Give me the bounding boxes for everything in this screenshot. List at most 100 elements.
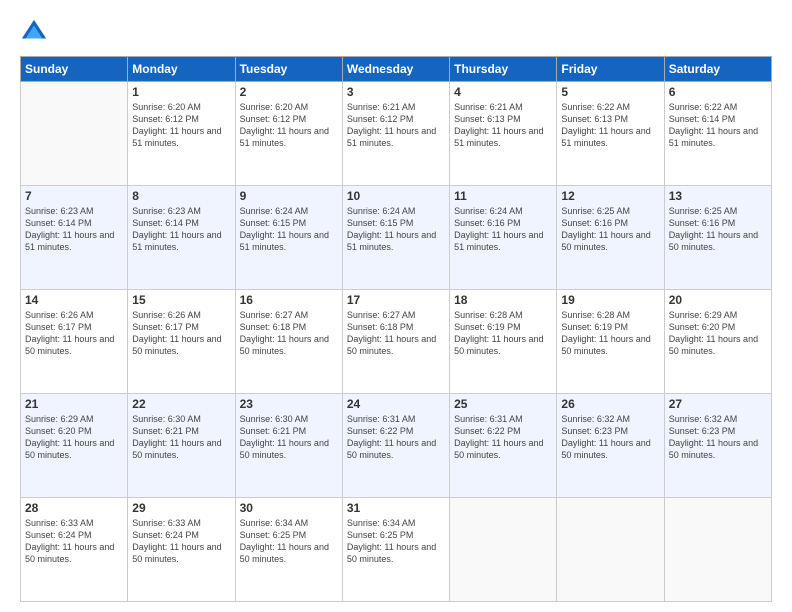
calendar-cell: 26Sunrise: 6:32 AMSunset: 6:23 PMDayligh… [557,394,664,498]
day-number: 30 [240,501,338,515]
day-number: 21 [25,397,123,411]
page: SundayMondayTuesdayWednesdayThursdayFrid… [0,0,792,612]
calendar-cell: 16 Sunrise: 6:27 AMSunset: 6:18 PMDayligh… [235,290,342,394]
calendar-cell [21,82,128,186]
day-number: 1 [132,85,230,99]
calendar-cell: 7Sunrise: 6:23 AMSunset: 6:14 PMDaylight… [21,186,128,290]
calendar-cell: 31Sunrise: 6:34 AMSunset: 6:25 PMDayligh… [342,498,449,602]
calendar-cell: 10Sunrise: 6:24 AMSunset: 6:15 PMDayligh… [342,186,449,290]
day-number: 31 [347,501,445,515]
day-info: Sunrise: 6:31 AMSunset: 6:22 PMDaylight:… [347,413,445,462]
day-info: Sunrise: 6:33 AMSunset: 6:24 PMDaylight:… [25,517,123,566]
day-number: 25 [454,397,552,411]
weekday-header: Wednesday [342,57,449,82]
calendar-cell: 18Sunrise: 6:28 AMSunset: 6:19 PMDayligh… [450,290,557,394]
calendar-cell: 13 Sunrise: 6:25 AMSunset: 6:16 PMDayligh… [664,186,771,290]
calendar-cell: 6Sunrise: 6:22 AMSunset: 6:14 PMDaylight… [664,82,771,186]
calendar-week-row: 14 Sunrise: 6:26 AMSunset: 6:17 PMDayligh… [21,290,772,394]
calendar-week-row: 1 Sunrise: 6:20 AMSunset: 6:12 PMDaylight… [21,82,772,186]
calendar-cell: 3 Sunrise: 6:21 AMSunset: 6:12 PMDaylight… [342,82,449,186]
calendar-cell: 24 Sunrise: 6:31 AMSunset: 6:22 PMDayligh… [342,394,449,498]
calendar-cell [664,498,771,602]
day-number: 3 [347,85,445,99]
day-info: Sunrise: 6:24 AMSunset: 6:15 PMDaylight:… [240,205,338,254]
calendar-week-row: 28 Sunrise: 6:33 AMSunset: 6:24 PMDayligh… [21,498,772,602]
day-number: 28 [25,501,123,515]
calendar-cell: 19 Sunrise: 6:28 AMSunset: 6:19 PMDayligh… [557,290,664,394]
day-number: 4 [454,85,552,99]
day-number: 2 [240,85,338,99]
weekday-header: Thursday [450,57,557,82]
day-number: 5 [561,85,659,99]
calendar-cell: 21 Sunrise: 6:29 AMSunset: 6:20 PMDayligh… [21,394,128,498]
day-info: Sunrise: 6:29 AMSunset: 6:20 PMDaylight:… [25,413,123,462]
weekday-header: Sunday [21,57,128,82]
calendar-cell: 12 Sunrise: 6:25 AMSunset: 6:16 PMDayligh… [557,186,664,290]
day-number: 20 [669,293,767,307]
day-number: 8 [132,189,230,203]
calendar-table: SundayMondayTuesdayWednesdayThursdayFrid… [20,56,772,602]
day-info: Sunrise: 6:31 AMSunset: 6:22 PMDaylight:… [454,413,552,462]
calendar-cell: 17 Sunrise: 6:27 AMSunset: 6:18 PMDayligh… [342,290,449,394]
day-info: Sunrise: 6:22 AMSunset: 6:13 PMDaylight:… [561,101,659,150]
weekday-header: Tuesday [235,57,342,82]
calendar-cell [557,498,664,602]
day-info: Sunrise: 6:24 AMSunset: 6:16 PMDaylight:… [454,205,552,254]
day-number: 19 [561,293,659,307]
day-number: 12 [561,189,659,203]
header [20,18,772,46]
day-info: Sunrise: 6:32 AMSunset: 6:23 PMDaylight:… [669,413,767,462]
calendar-cell: 29Sunrise: 6:33 AMSunset: 6:24 PMDayligh… [128,498,235,602]
calendar-cell: 9 Sunrise: 6:24 AMSunset: 6:15 PMDaylight… [235,186,342,290]
day-info: Sunrise: 6:27 AMSunset: 6:18 PMDaylight:… [347,309,445,358]
calendar-cell: 23 Sunrise: 6:30 AMSunset: 6:21 PMDayligh… [235,394,342,498]
calendar-cell: 25 Sunrise: 6:31 AMSunset: 6:22 PMDayligh… [450,394,557,498]
day-number: 9 [240,189,338,203]
day-number: 23 [240,397,338,411]
calendar-cell: 4Sunrise: 6:21 AMSunset: 6:13 PMDaylight… [450,82,557,186]
day-info: Sunrise: 6:30 AMSunset: 6:21 PMDaylight:… [240,413,338,462]
day-info: Sunrise: 6:23 AMSunset: 6:14 PMDaylight:… [25,205,123,254]
day-info: Sunrise: 6:27 AMSunset: 6:18 PMDaylight:… [240,309,338,358]
calendar-cell: 27 Sunrise: 6:32 AMSunset: 6:23 PMDayligh… [664,394,771,498]
day-info: Sunrise: 6:29 AMSunset: 6:20 PMDaylight:… [669,309,767,358]
day-info: Sunrise: 6:32 AMSunset: 6:23 PMDaylight:… [561,413,659,462]
weekday-header: Saturday [664,57,771,82]
calendar-cell: 8 Sunrise: 6:23 AMSunset: 6:14 PMDaylight… [128,186,235,290]
day-number: 16 [240,293,338,307]
logo [20,18,52,46]
day-info: Sunrise: 6:23 AMSunset: 6:14 PMDaylight:… [132,205,230,254]
calendar-cell: 5 Sunrise: 6:22 AMSunset: 6:13 PMDaylight… [557,82,664,186]
calendar-cell: 30Sunrise: 6:34 AMSunset: 6:25 PMDayligh… [235,498,342,602]
day-number: 15 [132,293,230,307]
day-info: Sunrise: 6:25 AMSunset: 6:16 PMDaylight:… [669,205,767,254]
weekday-header: Monday [128,57,235,82]
calendar-cell: 2 Sunrise: 6:20 AMSunset: 6:12 PMDaylight… [235,82,342,186]
day-number: 14 [25,293,123,307]
day-number: 24 [347,397,445,411]
day-number: 22 [132,397,230,411]
day-info: Sunrise: 6:28 AMSunset: 6:19 PMDaylight:… [561,309,659,358]
day-info: Sunrise: 6:33 AMSunset: 6:24 PMDaylight:… [132,517,230,566]
calendar-cell: 28 Sunrise: 6:33 AMSunset: 6:24 PMDayligh… [21,498,128,602]
day-info: Sunrise: 6:20 AMSunset: 6:12 PMDaylight:… [240,101,338,150]
calendar-cell: 20 Sunrise: 6:29 AMSunset: 6:20 PMDayligh… [664,290,771,394]
calendar-cell: 22Sunrise: 6:30 AMSunset: 6:21 PMDayligh… [128,394,235,498]
day-info: Sunrise: 6:25 AMSunset: 6:16 PMDaylight:… [561,205,659,254]
calendar-cell: 11 Sunrise: 6:24 AMSunset: 6:16 PMDayligh… [450,186,557,290]
day-info: Sunrise: 6:20 AMSunset: 6:12 PMDaylight:… [132,101,230,150]
day-number: 11 [454,189,552,203]
day-number: 27 [669,397,767,411]
logo-icon [20,18,48,46]
calendar-cell [450,498,557,602]
day-number: 17 [347,293,445,307]
day-info: Sunrise: 6:26 AMSunset: 6:17 PMDaylight:… [132,309,230,358]
day-info: Sunrise: 6:22 AMSunset: 6:14 PMDaylight:… [669,101,767,150]
day-info: Sunrise: 6:28 AMSunset: 6:19 PMDaylight:… [454,309,552,358]
calendar-week-row: 7Sunrise: 6:23 AMSunset: 6:14 PMDaylight… [21,186,772,290]
calendar-week-row: 21 Sunrise: 6:29 AMSunset: 6:20 PMDayligh… [21,394,772,498]
day-info: Sunrise: 6:21 AMSunset: 6:12 PMDaylight:… [347,101,445,150]
calendar-cell: 15 Sunrise: 6:26 AMSunset: 6:17 PMDayligh… [128,290,235,394]
day-info: Sunrise: 6:24 AMSunset: 6:15 PMDaylight:… [347,205,445,254]
day-number: 13 [669,189,767,203]
